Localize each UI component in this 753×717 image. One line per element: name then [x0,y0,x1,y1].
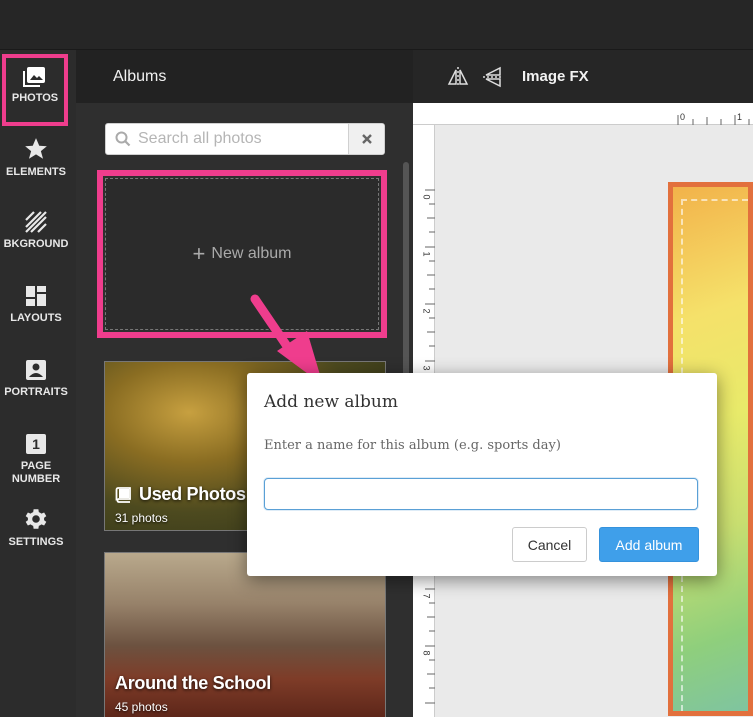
image-fx-button[interactable]: Image FX [522,68,589,85]
rail-label-photos: PHOTOS [11,92,59,104]
ruler-left-label: 0 [421,194,432,200]
new-album-highlight: + New album [97,170,387,338]
panel-header: Albums [76,50,413,103]
add-album-dialog: Add new album Enter a name for this albu… [247,373,717,576]
star-icon [25,138,47,159]
dialog-title: Add new album [264,392,398,412]
background-stripes-icon [25,211,47,233]
dialog-description: Enter a name for this album (e.g. sports… [264,438,561,453]
search-clear-button[interactable] [348,124,384,154]
ruler-top-label: 0 [680,112,686,122]
book-icon [115,486,131,503]
search-icon [115,131,131,147]
rail-item-photos[interactable]: PHOTOS [2,54,68,126]
new-album-label: New album [211,245,292,262]
rail-item-background[interactable]: BKGROUND [0,210,72,250]
portrait-icon [26,360,46,380]
rail-item-layouts[interactable]: LAYOUTS [0,284,72,324]
album-count: 45 photos [115,700,168,714]
ruler-top-ticks [677,115,750,125]
new-album-button[interactable]: + New album [105,178,379,330]
ruler-left-label: 2 [421,308,432,314]
ruler-top-label: 1 [737,112,743,122]
rail-label-settings: SETTINGS [8,536,64,548]
rail-label-portraits: PORTRAITS [4,386,68,398]
rail-item-page-number[interactable]: 1 PAGE NUMBER [0,432,72,486]
ruler-left-label: 8 [421,650,432,656]
add-album-button[interactable]: Add album [599,527,699,562]
ruler-left-label: 1 [421,251,432,257]
ruler-top: 0 1 [413,103,753,125]
panel-title: Albums [113,68,167,85]
rail-label-page-number: PAGE NUMBER [11,460,61,485]
cancel-button[interactable]: Cancel [512,527,587,562]
rail-label-layouts: LAYOUTS [10,312,62,324]
rail-item-portraits[interactable]: PORTRAITS [0,358,72,398]
rail-item-elements[interactable]: ELEMENTS [0,136,72,178]
flip-vertical-icon[interactable] [482,66,504,88]
ruler-left-label: 3 [421,365,432,371]
left-nav-rail: PHOTOS ELEMENTS BKGROUND LAYOUTS PORTRAI… [0,50,76,717]
rail-label-background: BKGROUND [3,238,69,250]
image-fx-toolbar: Image FX [413,50,753,103]
rail-item-settings[interactable]: SETTINGS [0,506,72,548]
ruler-left-label: 7 [421,593,432,599]
photo-search [105,123,385,155]
album-name: Used Photos [115,484,246,505]
top-bar [0,0,753,50]
album-card-around-the-school[interactable]: Around the School 45 photos [104,552,386,717]
layouts-grid-icon [26,286,46,306]
photos-icon [23,67,45,87]
rail-label-elements: ELEMENTS [6,166,66,178]
page-number-badge: 1 [32,436,40,452]
page-number-icon: 1 [26,434,46,454]
album-count: 31 photos [115,511,168,525]
plus-icon: + [192,241,206,266]
album-name: Around the School [115,673,271,693]
close-icon [361,134,372,144]
album-name-text: Used Photos [139,484,246,504]
flip-horizontal-icon[interactable] [447,66,469,88]
gear-icon [25,509,47,529]
album-name-input[interactable] [264,478,698,510]
search-input[interactable] [138,124,346,154]
